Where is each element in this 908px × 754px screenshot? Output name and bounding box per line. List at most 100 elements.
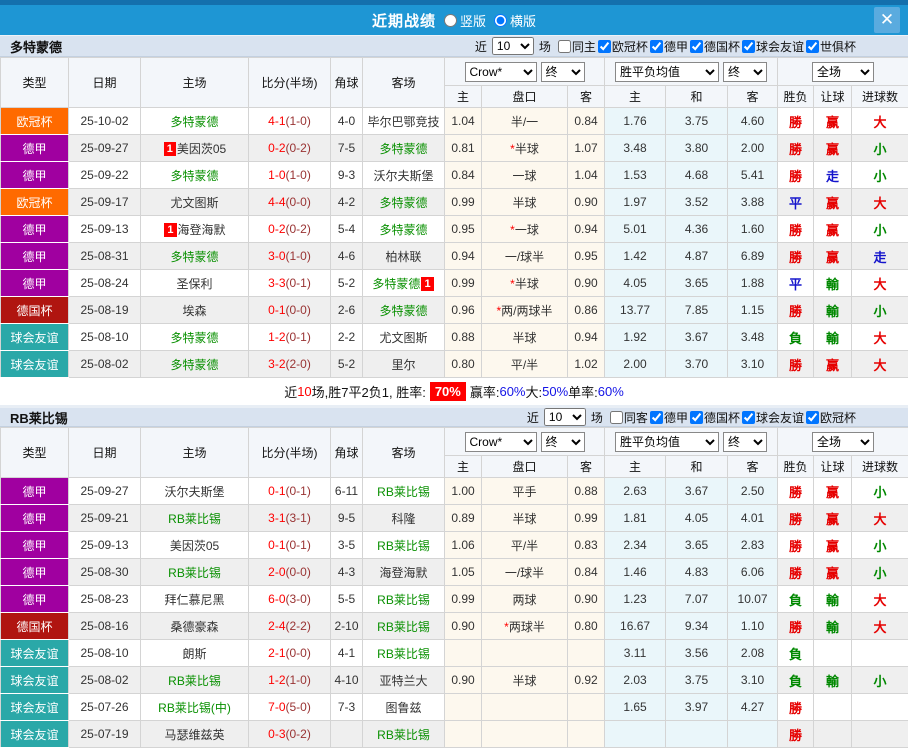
competition-checkbox[interactable] — [689, 410, 703, 424]
league-badge: 德甲 — [0, 504, 69, 532]
match-score: 7-0(5-0) — [248, 693, 331, 721]
halftime-score: (0-1) — [285, 330, 311, 344]
odds-stage-select[interactable]: 终 — [540, 431, 585, 452]
corner-score: 2-2 — [330, 323, 363, 351]
fulltime-score: 7-0 — [268, 700, 286, 714]
odds-company-select[interactable]: Crow* — [464, 61, 537, 82]
corner-score: 4-10 — [330, 666, 363, 694]
handicap-line: 一/球半 — [481, 558, 568, 586]
avg-draw-odds: 3.80 — [665, 134, 729, 162]
table-body: 德甲 25-09-27 沃尔夫斯堡 0-1(0-1) 6-11 RB莱比锡 1.00 平手 0.… — [0, 477, 908, 748]
same-side-checkbox[interactable] — [557, 39, 571, 53]
competition-filter[interactable]: 德国杯 — [688, 38, 740, 55]
match-score: 3-2(2-0) — [248, 350, 331, 378]
close-button[interactable]: ✕ — [874, 7, 900, 33]
same-side-checkbox[interactable] — [609, 410, 623, 424]
match-row: 球会友谊 25-08-02 RB莱比锡 1-2(1-0) 4-10 亚特兰大 0.90 半球 0… — [0, 666, 908, 694]
odds-home: 0.99 — [444, 585, 482, 613]
avg-stage-select[interactable]: 终 — [723, 431, 768, 452]
corner-score: 6-11 — [330, 477, 363, 505]
handicap-line: *半球 — [481, 134, 568, 162]
home-team: RB莱比锡 — [140, 666, 249, 694]
match-row: 德甲 25-09-13 美因茨05 0-1(0-1) 3-5 RB莱比锡 1.06 平/半 0.… — [0, 531, 908, 559]
league-badge: 德甲 — [0, 134, 69, 162]
avg-draw-odds: 3.67 — [665, 323, 729, 351]
odds-home — [444, 639, 482, 667]
handicap-text: 半球 — [514, 276, 539, 291]
competition-filter[interactable]: 欧冠杯 — [804, 409, 856, 426]
avg-draw-odds: 7.85 — [665, 296, 729, 324]
competition-label: 球会友谊 — [755, 410, 804, 425]
match-row: 德甲 25-09-22 多特蒙德 1-0(1-0) 9-3 沃尔夫斯堡 0.84 一球 1.04… — [0, 161, 908, 189]
recent-count-select[interactable]: 10 — [543, 408, 586, 426]
competition-checkbox[interactable] — [649, 410, 663, 424]
competition-filter[interactable]: 球会友谊 — [740, 38, 804, 55]
competition-filter[interactable]: 世俱杯 — [804, 38, 856, 55]
header-row-main: 类型 日期 主场 比分(半场) 角球 客场 Crow* 终胜平负均值终全场 — [0, 427, 908, 478]
result-goals: 大 — [851, 350, 908, 378]
odds-stage-select[interactable]: 终 — [540, 61, 585, 82]
avg-type-select[interactable]: 胜平负均值 — [615, 431, 720, 452]
competition-label: 德国杯 — [703, 410, 740, 425]
handicap-line: *两球半 — [481, 612, 568, 640]
layout-vertical-option[interactable]: 竖版 — [443, 11, 486, 30]
avg-stage-select[interactable]: 终 — [723, 61, 768, 82]
match-row: 球会友谊 25-08-02 多特蒙德 3-2(2-0) 5-2 里尔 0.80 平/半 1.02… — [0, 350, 908, 378]
same-side-filter[interactable]: 同主 — [554, 38, 596, 55]
same-side-filter[interactable]: 同客 — [606, 409, 648, 426]
away-team-name: 里尔 — [391, 357, 416, 372]
away-team-name: 亚特兰大 — [379, 673, 428, 688]
competition-checkbox[interactable] — [805, 39, 819, 53]
avg-draw-odds: 4.68 — [665, 161, 729, 189]
result-goals: 大 — [851, 612, 908, 640]
handicap-text: 半球 — [512, 195, 537, 210]
away-team: 海登海默 — [362, 558, 445, 586]
match-score: 0-2(0-2) — [248, 215, 331, 243]
column-header-1: 日期 — [68, 57, 141, 108]
column-header-2: 主场 — [140, 57, 249, 108]
match-date: 25-08-10 — [68, 639, 141, 667]
layout-horizontal-option[interactable]: 横版 — [494, 11, 536, 30]
recent-count-select[interactable]: 10 — [491, 37, 534, 55]
avg-draw-odds: 3.97 — [665, 693, 729, 721]
competition-checkbox[interactable] — [597, 39, 611, 53]
avg-away-odds: 3.88 — [727, 188, 779, 216]
result-handicap: 赢 — [813, 531, 853, 559]
sub-column-header-2: 客 — [566, 85, 606, 108]
competition-checkbox[interactable] — [649, 39, 663, 53]
avg-away-odds: 5.41 — [727, 161, 779, 189]
layout-horizontal-radio[interactable] — [494, 13, 507, 27]
home-team-name: 朗斯 — [182, 646, 207, 661]
result-handicap: 赢 — [813, 242, 853, 270]
competition-filter[interactable]: 德甲 — [648, 38, 688, 55]
away-team: RB莱比锡 — [362, 639, 445, 667]
competition-filter[interactable]: 德甲 — [648, 409, 688, 426]
handicap-line: 一球 — [481, 161, 568, 189]
competition-checkbox[interactable] — [741, 410, 755, 424]
odds-company-select[interactable]: Crow* — [464, 431, 537, 452]
sub-column-header-1: 盘口 — [481, 455, 568, 478]
competition-filter[interactable]: 欧冠杯 — [596, 38, 648, 55]
scope-select[interactable]: 全场 — [812, 431, 875, 452]
result-goals: 小 — [851, 666, 908, 694]
odds-home: 0.96 — [444, 296, 482, 324]
red-card-badge: 1 — [421, 276, 434, 291]
avg-type-select[interactable]: 胜平负均值 — [615, 61, 720, 82]
odds-away: 0.94 — [566, 215, 606, 243]
sub-column-header-1: 盘口 — [481, 85, 568, 108]
competition-checkbox[interactable] — [805, 410, 819, 424]
competition-checkbox[interactable] — [741, 39, 755, 53]
scope-select[interactable]: 全场 — [812, 61, 875, 82]
result-win-draw-loss: 勝 — [777, 477, 815, 505]
odds-away: 0.95 — [566, 242, 606, 270]
away-team: 里尔 — [362, 350, 445, 378]
handicap-text: 平手 — [512, 484, 537, 499]
competition-checkbox[interactable] — [689, 39, 703, 53]
away-team-name: 尤文图斯 — [379, 330, 428, 345]
competition-filter[interactable]: 球会友谊 — [740, 409, 804, 426]
competition-filter[interactable]: 德国杯 — [688, 409, 740, 426]
match-row: 德甲 25-09-27 沃尔夫斯堡 0-1(0-1) 6-11 RB莱比锡 1.00 平手 0.… — [0, 477, 908, 505]
corner-score: 7-5 — [330, 134, 363, 162]
layout-vertical-radio[interactable] — [443, 13, 457, 27]
filter-bar: 近 10 场 同客 德甲 德国杯 球会友谊 欧冠杯 — [524, 408, 856, 426]
